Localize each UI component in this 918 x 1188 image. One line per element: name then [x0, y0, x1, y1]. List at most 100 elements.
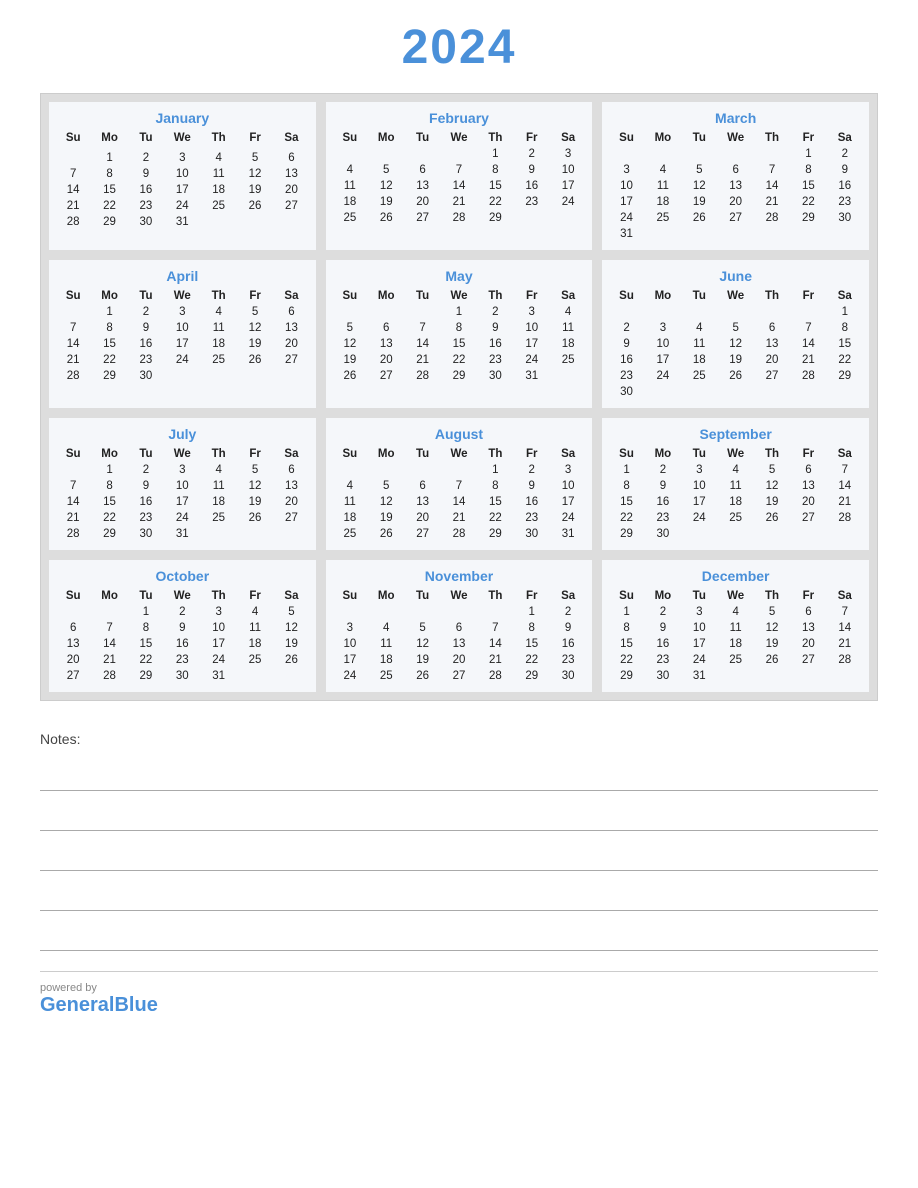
- day-cell: 20: [404, 194, 440, 210]
- day-cell: [681, 526, 717, 542]
- day-cell: [368, 304, 404, 320]
- day-cell: 11: [332, 494, 368, 510]
- day-cell: 5: [273, 604, 309, 620]
- day-cell: 16: [514, 178, 550, 194]
- day-cell: 4: [717, 462, 753, 478]
- day-cell: [645, 226, 681, 242]
- day-cell: 11: [645, 178, 681, 194]
- day-cell: 10: [645, 336, 681, 352]
- day-cell: 9: [128, 320, 164, 336]
- day-cell: 26: [237, 510, 273, 526]
- day-cell: 18: [332, 194, 368, 210]
- day-cell: 10: [608, 178, 644, 194]
- day-cell: 9: [128, 166, 164, 182]
- day-cell: [237, 526, 273, 542]
- day-cell: 5: [681, 162, 717, 178]
- day-cell: 29: [608, 668, 644, 684]
- day-cell: 24: [550, 510, 586, 526]
- day-cell: 6: [717, 162, 753, 178]
- day-cell: 2: [128, 150, 164, 166]
- day-cell: 13: [55, 636, 91, 652]
- day-cell: 6: [273, 304, 309, 320]
- day-cell: 2: [128, 304, 164, 320]
- month-box-december: DecemberSuMoTuWeThFrSa123456789101112131…: [602, 560, 869, 692]
- day-cell: 3: [514, 304, 550, 320]
- month-box-february: FebruarySuMoTuWeThFrSa123456789101112131…: [326, 102, 593, 250]
- day-cell: 8: [608, 478, 644, 494]
- day-header: Tu: [128, 130, 164, 146]
- day-cell: 7: [91, 620, 127, 636]
- day-cell: 28: [827, 510, 863, 526]
- day-cell: [717, 146, 753, 162]
- day-cell: 30: [645, 526, 681, 542]
- brand-blue: Blue: [114, 994, 157, 1016]
- day-cell: 22: [827, 352, 863, 368]
- day-cell: 11: [201, 478, 237, 494]
- month-table-may: SuMoTuWeThFrSa12345678910111213141516171…: [332, 288, 587, 384]
- day-cell: 31: [201, 668, 237, 684]
- day-cell: 6: [273, 150, 309, 166]
- day-cell: 14: [754, 178, 790, 194]
- day-cell: 22: [91, 198, 127, 214]
- day-cell: 20: [55, 652, 91, 668]
- month-table-april: SuMoTuWeThFrSa12345678910111213141516171…: [55, 288, 310, 384]
- day-cell: 28: [790, 368, 826, 384]
- day-header: Su: [608, 588, 644, 604]
- day-cell: 4: [201, 462, 237, 478]
- day-cell: 26: [368, 526, 404, 542]
- day-cell: 19: [237, 494, 273, 510]
- day-cell: 26: [681, 210, 717, 226]
- day-cell: 4: [201, 150, 237, 166]
- day-cell: 5: [237, 150, 273, 166]
- day-cell: 12: [237, 320, 273, 336]
- day-cell: [681, 384, 717, 400]
- day-cell: [790, 304, 826, 320]
- day-cell: 10: [164, 320, 200, 336]
- day-cell: 23: [645, 652, 681, 668]
- day-cell: [827, 526, 863, 542]
- day-cell: 13: [790, 478, 826, 494]
- day-cell: 6: [55, 620, 91, 636]
- day-header: We: [717, 130, 753, 146]
- day-cell: 5: [237, 304, 273, 320]
- month-box-november: NovemberSuMoTuWeThFrSa123456789101112131…: [326, 560, 593, 692]
- day-cell: [404, 604, 440, 620]
- day-cell: 6: [404, 478, 440, 494]
- day-cell: 25: [645, 210, 681, 226]
- day-cell: 2: [514, 462, 550, 478]
- day-cell: 17: [164, 336, 200, 352]
- day-header: Fr: [790, 288, 826, 304]
- month-box-october: OctoberSuMoTuWeThFrSa1234567891011121314…: [49, 560, 316, 692]
- day-header: Mo: [645, 588, 681, 604]
- day-cell: 15: [608, 494, 644, 510]
- day-cell: [404, 462, 440, 478]
- day-cell: 17: [608, 194, 644, 210]
- day-cell: [164, 368, 200, 384]
- day-cell: 4: [368, 620, 404, 636]
- day-cell: 12: [273, 620, 309, 636]
- day-header: Fr: [790, 446, 826, 462]
- day-cell: 28: [477, 668, 513, 684]
- day-cell: 25: [717, 652, 753, 668]
- day-cell: 11: [201, 166, 237, 182]
- month-name-november: November: [332, 568, 587, 584]
- day-cell: 6: [790, 604, 826, 620]
- month-name-february: February: [332, 110, 587, 126]
- day-header: Su: [332, 588, 368, 604]
- day-cell: 17: [332, 652, 368, 668]
- day-header: Mo: [645, 288, 681, 304]
- day-cell: 7: [441, 478, 477, 494]
- day-cell: 9: [128, 478, 164, 494]
- day-cell: 24: [681, 510, 717, 526]
- day-cell: 18: [237, 636, 273, 652]
- day-cell: 27: [404, 210, 440, 226]
- day-header: Th: [201, 130, 237, 146]
- day-cell: 13: [404, 178, 440, 194]
- day-cell: 14: [790, 336, 826, 352]
- day-cell: 27: [790, 652, 826, 668]
- day-cell: 10: [514, 320, 550, 336]
- day-cell: [201, 368, 237, 384]
- day-cell: 12: [368, 178, 404, 194]
- day-cell: 16: [128, 182, 164, 198]
- day-cell: 27: [717, 210, 753, 226]
